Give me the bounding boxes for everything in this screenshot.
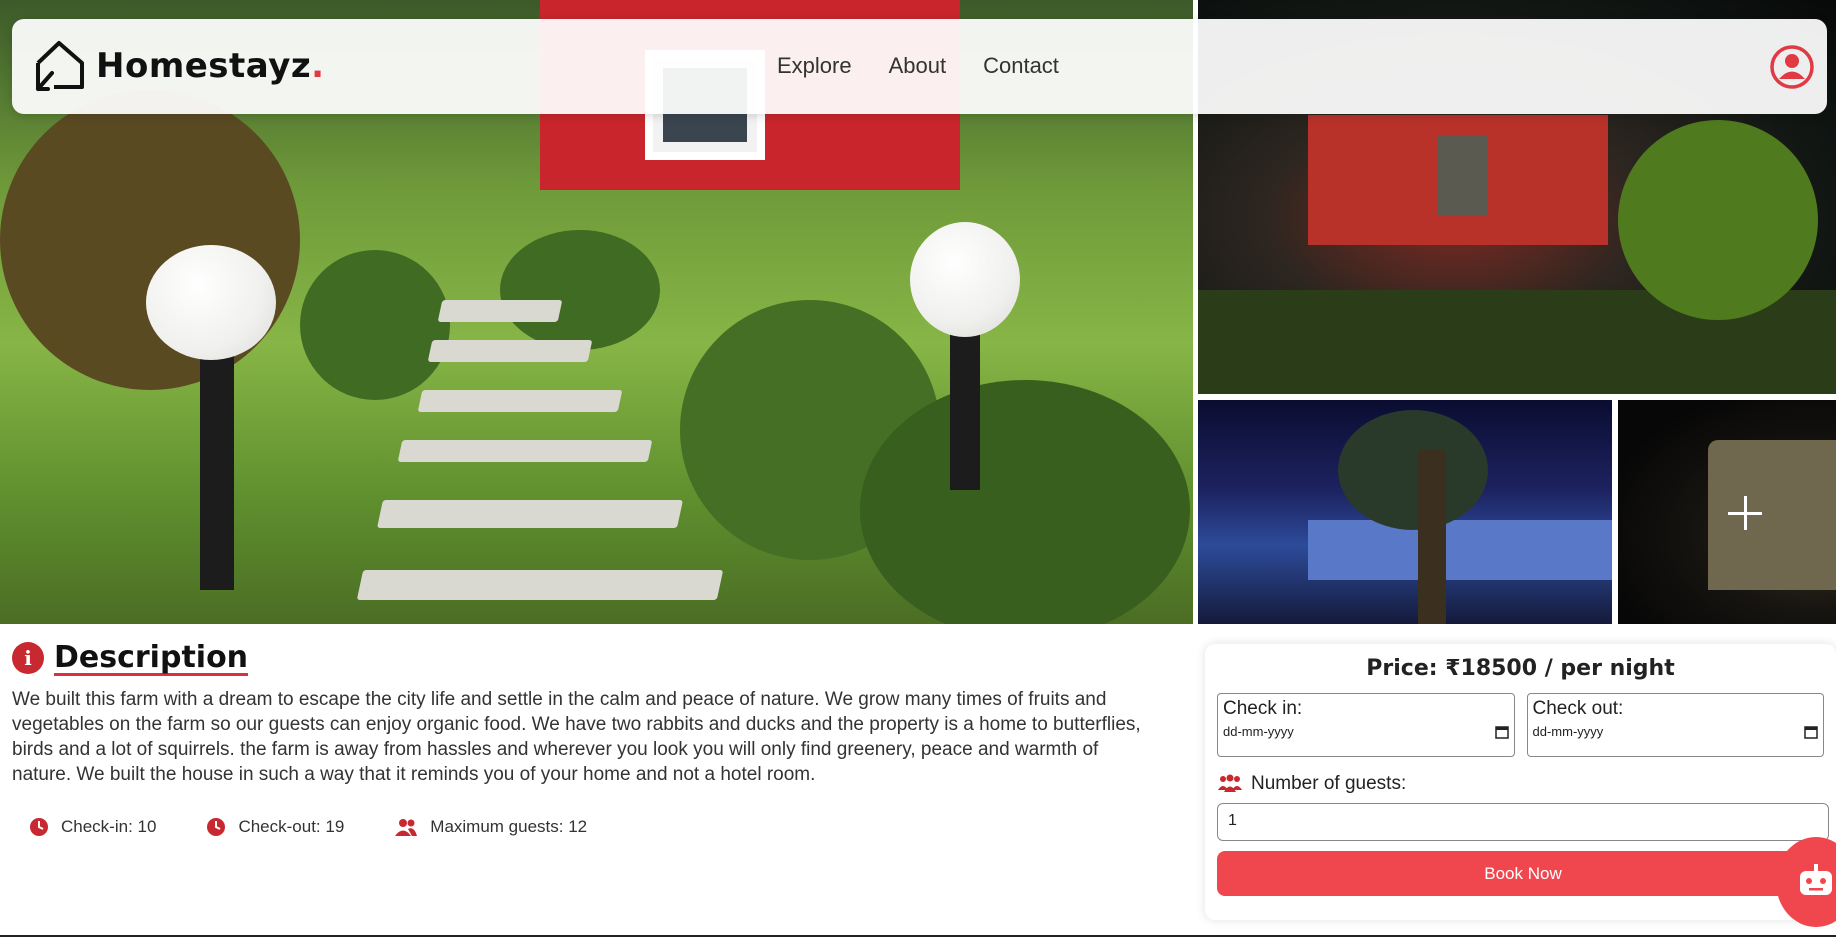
guests-heading: Number of guests: bbox=[1217, 773, 1824, 795]
fact-checkout-label: Check-out: 19 bbox=[238, 817, 345, 836]
gallery-photo-tent-more[interactable] bbox=[1618, 400, 1836, 624]
fact-checkin: Check-in: 10 bbox=[29, 817, 156, 837]
calendar-icon[interactable] bbox=[1804, 725, 1818, 739]
clock-icon bbox=[30, 818, 48, 836]
fact-max-guests: Maximum guests: 12 bbox=[394, 817, 587, 837]
lamp-globe bbox=[146, 245, 276, 360]
lamp-post bbox=[200, 350, 234, 590]
checkout-field[interactable]: Check out: dd-mm-yyyy bbox=[1526, 693, 1824, 757]
path-stone bbox=[356, 570, 724, 600]
users-icon bbox=[395, 819, 418, 836]
checkout-label: Check out: bbox=[1532, 698, 1624, 719]
property-facts: Check-in: 10 Check-out: 19 Maximum guest… bbox=[12, 817, 1172, 837]
description-text: We built this farm with a dream to escap… bbox=[12, 689, 1141, 785]
path-stone bbox=[377, 500, 683, 528]
guests-label: Number of guests: bbox=[1251, 773, 1407, 794]
path-stone bbox=[437, 300, 563, 322]
user-profile-icon[interactable] bbox=[1769, 44, 1815, 90]
logo-text: Homestayz. bbox=[96, 46, 325, 86]
info-icon: i bbox=[12, 641, 44, 674]
checkin-label: Check in: bbox=[1223, 698, 1303, 719]
clock-icon bbox=[207, 818, 226, 836]
checkin-placeholder: dd-mm-yyyy bbox=[1223, 724, 1294, 739]
palm bbox=[1618, 120, 1818, 320]
calendar-icon[interactable] bbox=[1494, 725, 1509, 739]
more-photos-overlay bbox=[1618, 400, 1836, 624]
pool-water bbox=[1308, 520, 1612, 580]
description-section: i Description We built this farm with a … bbox=[12, 640, 1172, 837]
bush bbox=[300, 250, 450, 400]
book-now-button[interactable]: Book Now bbox=[1217, 851, 1829, 896]
fact-max-guests-label: Maximum guests: 12 bbox=[430, 817, 588, 836]
nav-link-explore[interactable]: Explore bbox=[777, 53, 852, 79]
path-stone bbox=[427, 340, 593, 362]
booking-card: Price: ₹18500 / per night Check in: dd-m… bbox=[1205, 644, 1836, 920]
bush bbox=[500, 230, 660, 350]
navbar: Homestayz. Explore About Contact bbox=[12, 19, 1827, 114]
robot-icon bbox=[1800, 864, 1832, 895]
gallery-photo-pool[interactable] bbox=[1198, 400, 1612, 624]
checkin-field[interactable]: Check in: dd-mm-yyyy bbox=[1217, 693, 1515, 757]
path-stone bbox=[397, 440, 653, 462]
lit-window bbox=[1438, 135, 1488, 215]
checkout-date-input[interactable]: dd-mm-yyyy bbox=[1533, 724, 1819, 739]
fact-checkin-label: Check-in: 10 bbox=[61, 817, 157, 836]
house-logo-icon bbox=[36, 41, 84, 91]
fact-checkout: Check-out: 19 bbox=[206, 817, 344, 837]
guests-input[interactable]: 1 bbox=[1217, 803, 1829, 841]
price-label: Price: ₹18500 / per night bbox=[1366, 656, 1675, 681]
lamp-post bbox=[950, 330, 980, 490]
palm bbox=[1338, 410, 1488, 530]
description-heading: i Description bbox=[12, 640, 1172, 675]
path-stone bbox=[417, 390, 623, 412]
plus-icon[interactable] bbox=[1728, 496, 1762, 530]
nav-links: Explore About Contact bbox=[777, 53, 1059, 79]
description-title: Description bbox=[54, 640, 249, 675]
nav-link-contact[interactable]: Contact bbox=[983, 53, 1059, 79]
date-row: Check in: dd-mm-yyyy Check out: dd-mm-yy… bbox=[1217, 693, 1824, 757]
nav-link-about[interactable]: About bbox=[889, 53, 947, 79]
bush bbox=[860, 380, 1190, 624]
tree-foliage bbox=[0, 90, 300, 390]
checkout-placeholder: dd-mm-yyyy bbox=[1532, 724, 1604, 739]
palm-trunk bbox=[1418, 450, 1446, 624]
lamp-globe bbox=[910, 222, 1020, 337]
group-icon bbox=[1218, 774, 1242, 792]
logo[interactable]: Homestayz. bbox=[30, 37, 325, 95]
checkin-date-input[interactable]: dd-mm-yyyy bbox=[1223, 724, 1509, 739]
